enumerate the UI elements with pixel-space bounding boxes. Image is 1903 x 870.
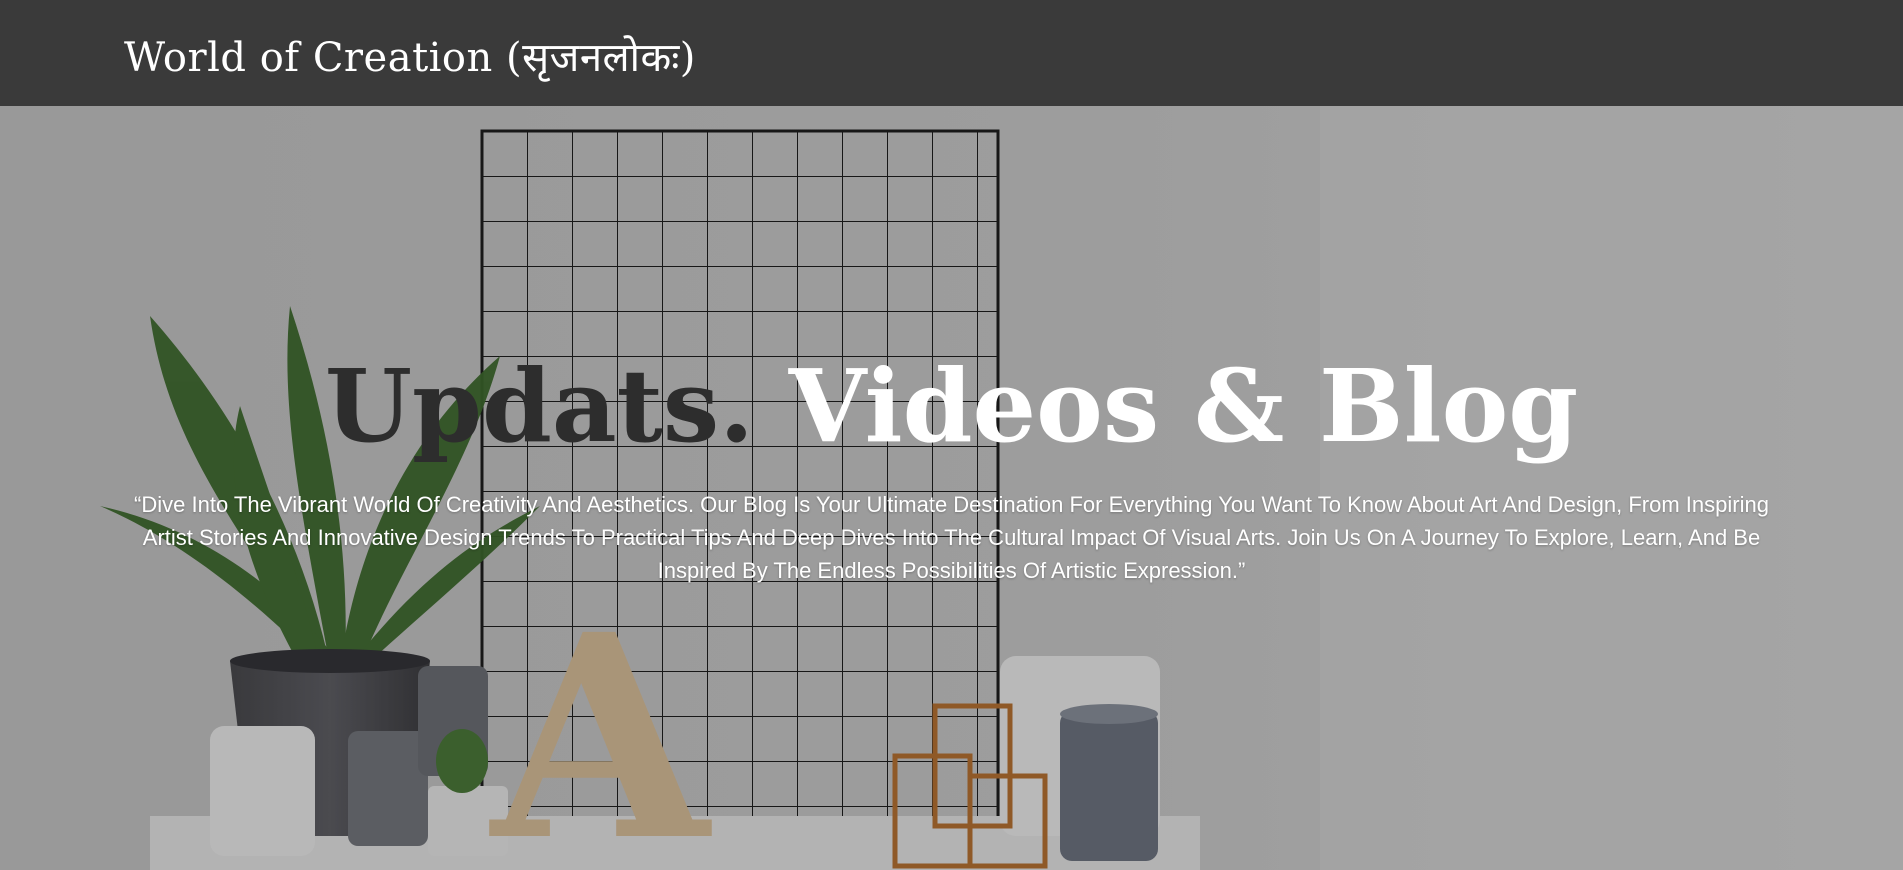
hero-section: A Updats. Videos & Blog “Dive Into The V… xyxy=(0,106,1903,870)
hero-description: “Dive Into The Vibrant World Of Creativi… xyxy=(134,492,1769,583)
hero-title: Updats. Videos & Blog xyxy=(0,346,1903,466)
hero-title-part-one: Updats. xyxy=(324,347,789,465)
navbar: World of Creation (सृजनलोकः) xyxy=(0,0,1903,106)
brand-logo-link[interactable]: World of Creation (सृजनलोकः) xyxy=(124,28,696,83)
hero-title-part-two: Videos & Blog xyxy=(788,347,1579,465)
page: World of Creation (सृजनलोकः) A Updats. V… xyxy=(0,0,1903,870)
